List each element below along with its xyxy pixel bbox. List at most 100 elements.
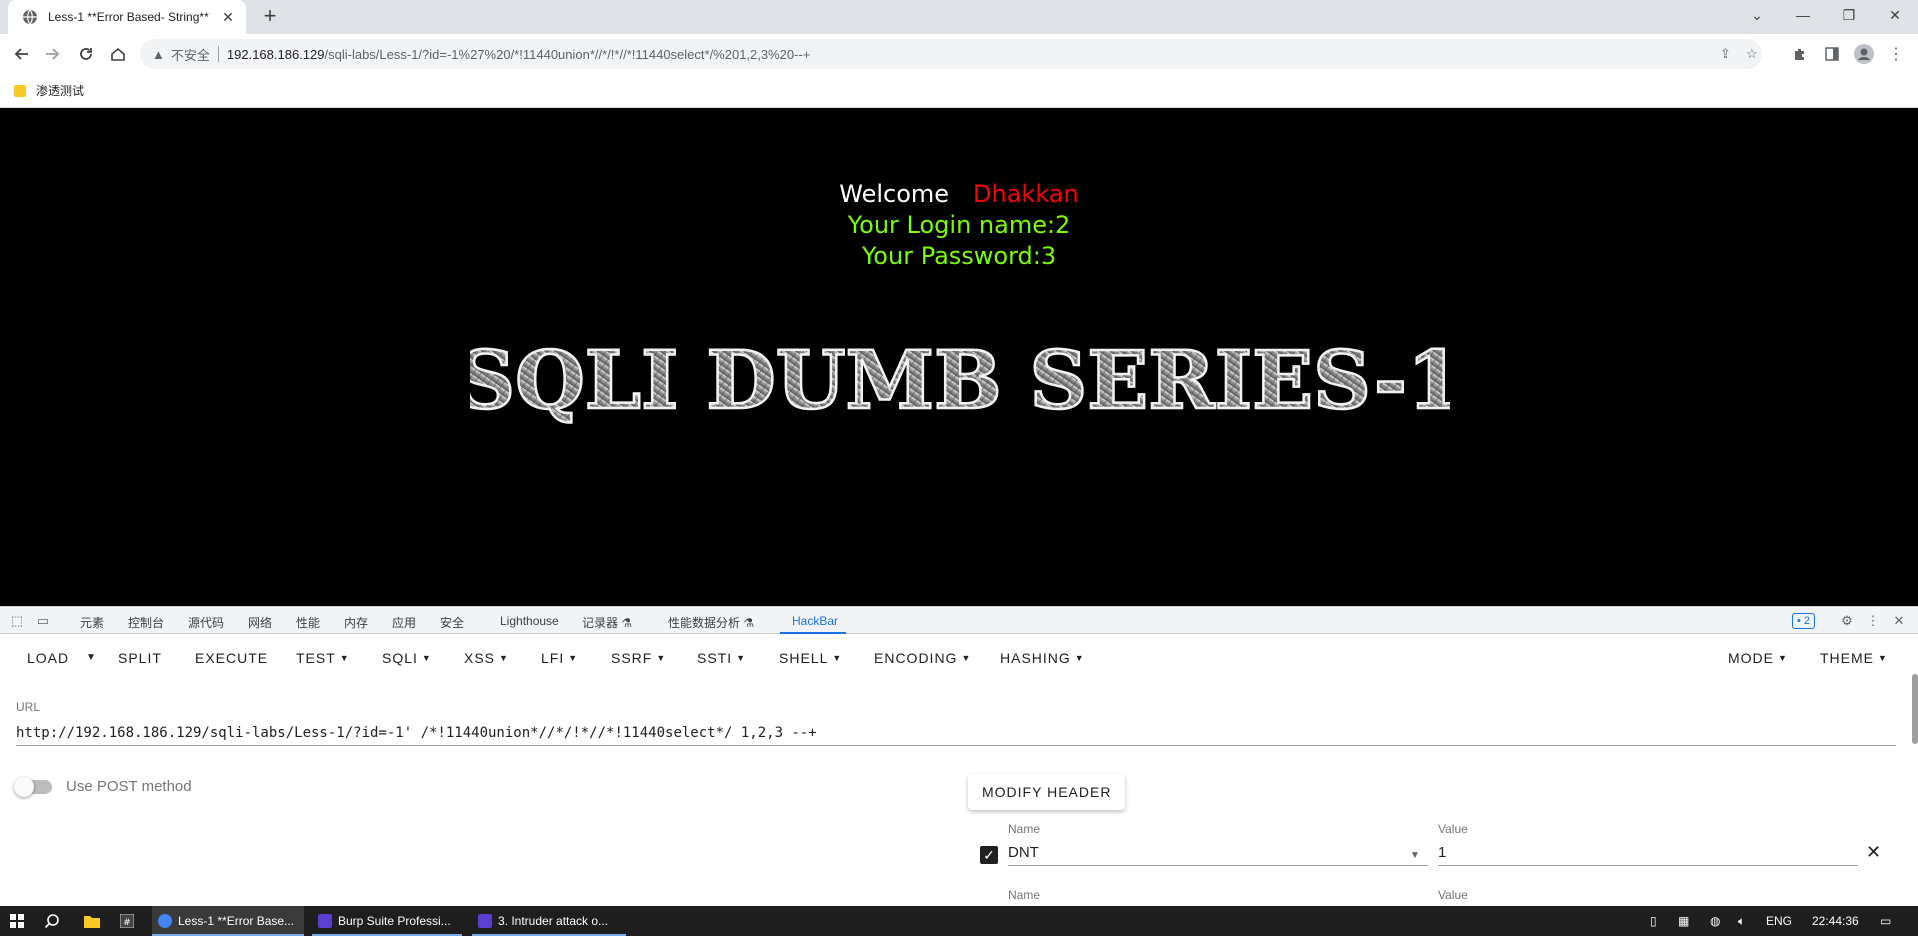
close-devtools-icon[interactable]: ✕ <box>1890 612 1908 630</box>
clock[interactable]: 22:44:36 <box>1812 906 1859 936</box>
caret-down-icon: ▼ <box>339 653 350 663</box>
vm-tools-icon[interactable]: ▦ <box>1678 906 1689 936</box>
welcome-text: Welcome <box>839 180 950 208</box>
usb-icon[interactable]: ▯ <box>1650 906 1657 936</box>
devtools-tab-sources[interactable]: 源代码 <box>188 614 224 631</box>
devtools-tab-performance[interactable]: 性能 <box>296 614 320 631</box>
ssti-menu[interactable]: SSTI ▼ <box>697 650 746 666</box>
panel-scrollbar[interactable] <box>1912 674 1918 744</box>
inspect-element-icon[interactable]: ⬚ <box>8 612 26 630</box>
bookmark-star-icon[interactable]: ☆ <box>1746 39 1758 69</box>
encoding-label: ENCODING <box>874 650 958 666</box>
side-panel-icon[interactable] <box>1818 40 1846 68</box>
hackbar-panel: LOAD ▼ SPLIT EXECUTE TEST ▼ SQLI ▼ XSS ▼ LF… <box>0 634 1918 906</box>
new-tab-button[interactable]: + <box>258 5 282 29</box>
menu-icon[interactable]: ⋮ <box>1882 40 1910 68</box>
devtools-tab-hackbar[interactable]: HackBar <box>792 614 838 628</box>
notifications-icon[interactable]: ▭ <box>1880 906 1891 936</box>
caret-down-icon: ▼ <box>499 653 509 663</box>
login-name-text: Your Login name:2 <box>847 211 1071 239</box>
theme-menu[interactable]: THEME ▼ <box>1820 650 1888 666</box>
post-method-label: Use POST method <box>66 778 192 795</box>
devtools-tab-elements[interactable]: 元素 <box>80 614 104 631</box>
network-icon[interactable]: ◍ <box>1710 906 1720 936</box>
reload-icon[interactable] <box>72 40 100 68</box>
devtools-tab-performance-insights[interactable]: 性能数据分析 ⚗ <box>668 614 754 631</box>
extensions-icon[interactable] <box>1786 40 1814 68</box>
devtools-menu-icon[interactable]: ⋮ <box>1864 612 1882 630</box>
devtools-tab-lighthouse[interactable]: Lighthouse <box>500 614 559 628</box>
user-name: Dhakkan <box>973 180 1079 208</box>
next-header-name-label: Name <box>1008 888 1041 902</box>
mode-menu[interactable]: MODE ▼ <box>1728 650 1788 666</box>
close-tab-icon[interactable]: ✕ <box>220 9 236 26</box>
issues-count: 2 <box>1803 615 1811 627</box>
hashing-menu[interactable]: HASHING ▼ <box>1000 650 1085 666</box>
devtools-tab-network[interactable]: 网络 <box>248 614 272 631</box>
share-icon[interactable]: ⇪ <box>1720 39 1731 69</box>
devtools-tab-memory[interactable]: 内存 <box>344 614 368 631</box>
warning-icon[interactable]: ▲ <box>152 47 165 62</box>
ssti-label: SSTI <box>697 650 733 666</box>
taskbar-app-chrome[interactable]: Less-1 **Error Base... <box>152 906 304 936</box>
volume-icon[interactable]: 🔈︎ <box>1738 906 1745 936</box>
taskbar-app-label: 3. Intruder attack o... <box>498 914 609 928</box>
test-menu[interactable]: TEST ▼ <box>296 650 350 666</box>
lfi-menu[interactable]: LFI ▼ <box>541 650 578 666</box>
windows-start-icon[interactable] <box>10 906 24 936</box>
ssrf-menu[interactable]: SSRF ▼ <box>611 650 666 666</box>
device-toolbar-icon[interactable]: ▭ <box>34 612 52 630</box>
burp-icon <box>478 914 492 928</box>
minimize-button[interactable]: — <box>1780 0 1826 30</box>
address-path: /sqli-labs/Less-1/?id=-1%27%20/*!11440un… <box>324 46 811 62</box>
devtools-tab-console[interactable]: 控制台 <box>128 614 164 631</box>
remove-header-icon[interactable]: ✕ <box>1866 842 1881 863</box>
select-arrow-icon[interactable]: ▼ <box>1410 850 1420 861</box>
shell-menu[interactable]: SHELL ▼ <box>779 650 842 666</box>
header-enabled-checkbox[interactable]: ✓ <box>980 846 998 864</box>
calculator-icon[interactable]: # <box>120 906 134 936</box>
load-dropdown-icon[interactable]: ▼ <box>86 652 97 663</box>
restore-button[interactable]: ❐ <box>1826 0 1872 30</box>
execute-button[interactable]: EXECUTE <box>195 650 268 666</box>
url-input[interactable] <box>16 720 1896 746</box>
tab-strip: Less-1 **Error Based- String** ✕ + ⌄ — ❐… <box>0 0 1918 34</box>
folder-icon <box>14 84 26 97</box>
back-icon[interactable] <box>8 40 36 68</box>
load-button[interactable]: LOAD <box>27 650 69 666</box>
close-window-button[interactable]: ✕ <box>1872 0 1918 30</box>
header-name-select[interactable]: DNT <box>1008 840 1428 866</box>
devtools-tabbar: ⬚ ▭ 元素 控制台 源代码 网络 性能 内存 应用 安全 Lighthouse… <box>0 606 1918 634</box>
caret-down-icon: ▼ <box>568 653 579 663</box>
browser-tab[interactable]: Less-1 **Error Based- String** ✕ <box>8 0 246 34</box>
file-explorer-icon[interactable] <box>84 906 100 936</box>
sqli-menu[interactable]: SQLI ▼ <box>382 650 432 666</box>
search-icon[interactable] <box>44 906 60 936</box>
split-button[interactable]: SPLIT <box>118 650 162 666</box>
banner-text: SQLI DUMB SERIES-1 <box>470 336 1450 426</box>
sqli-label: SQLI <box>382 650 418 666</box>
xss-menu[interactable]: XSS ▼ <box>464 650 509 666</box>
lfi-label: LFI <box>541 650 565 666</box>
taskbar-app-burp[interactable]: Burp Suite Professi... <box>312 906 462 936</box>
profile-avatar[interactable] <box>1850 40 1878 68</box>
devtools-tab-security[interactable]: 安全 <box>440 614 464 631</box>
settings-gear-icon[interactable]: ⚙ <box>1838 612 1856 630</box>
caret-down-icon: ▼ <box>736 653 747 663</box>
test-label: TEST <box>296 650 336 666</box>
devtools-tab-recorder[interactable]: 记录器 ⚗ <box>582 614 632 631</box>
taskbar-app-intruder[interactable]: 3. Intruder attack o... <box>472 906 626 936</box>
bookmark-folder[interactable]: 渗透测试 <box>14 82 84 99</box>
header-name-label: Name <box>1008 822 1041 836</box>
issues-badge[interactable]: ▪ 2 <box>1792 613 1816 629</box>
post-method-toggle[interactable] <box>14 777 52 797</box>
encoding-menu[interactable]: ENCODING ▼ <box>874 650 971 666</box>
header-value-input[interactable]: 1 <box>1438 840 1858 866</box>
tab-search-icon[interactable]: ⌄ <box>1734 0 1780 30</box>
devtools-tab-application[interactable]: 应用 <box>392 614 416 631</box>
home-icon[interactable] <box>104 40 132 68</box>
modify-header-button[interactable]: MODIFY HEADER <box>968 774 1126 810</box>
language-indicator[interactable]: ENG <box>1766 906 1792 936</box>
address-bar[interactable]: ▲ 不安全 192.168.186.129/sqli-labs/Less-1/?… <box>140 39 1762 69</box>
forward-icon[interactable] <box>38 40 66 68</box>
